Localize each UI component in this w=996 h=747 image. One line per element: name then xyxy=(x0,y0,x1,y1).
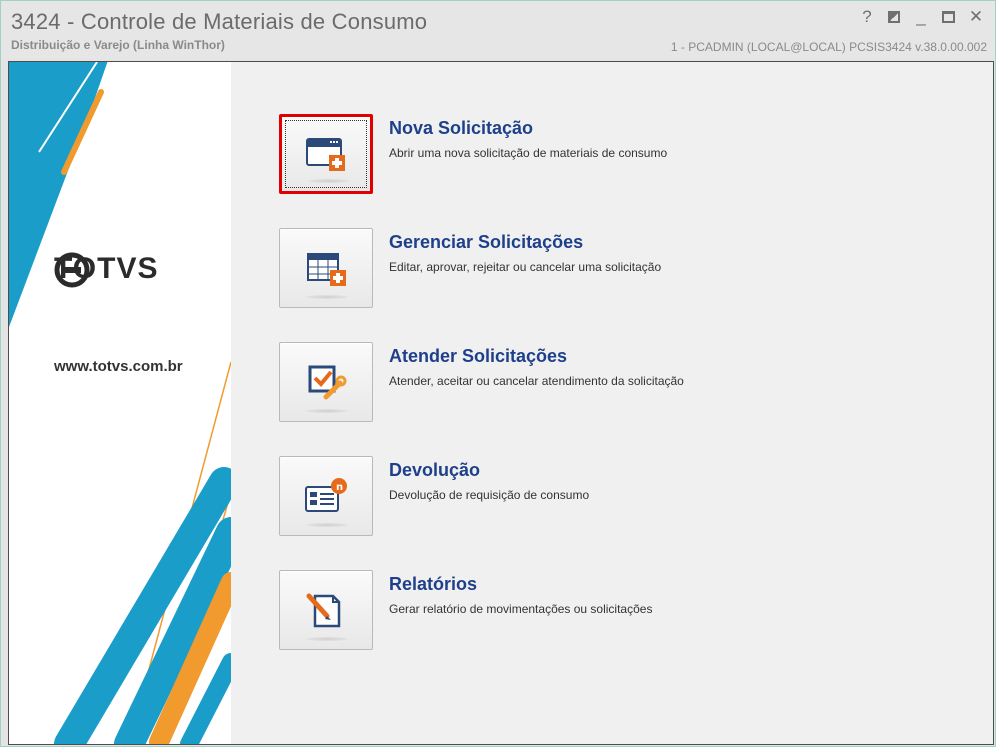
restore-button[interactable] xyxy=(888,11,900,23)
maximize-button[interactable] xyxy=(942,11,955,23)
close-button[interactable]: ✕ xyxy=(967,7,985,27)
menu-description: Editar, aprovar, rejeitar ou cancelar um… xyxy=(389,260,662,274)
totvs-logo-icon xyxy=(54,252,90,288)
menu-description: Atender, aceitar ou cancelar atendimento… xyxy=(389,374,684,388)
reports-button[interactable] xyxy=(279,570,373,650)
window-subtitle: Distribuição e Varejo (Linha WinThor) xyxy=(11,38,225,52)
manage-requests-icon xyxy=(307,253,346,286)
totvs-logo: TOTVS xyxy=(54,252,158,288)
reports-icon xyxy=(306,593,341,628)
menu-title[interactable]: Relatórios xyxy=(389,574,477,595)
brand-sidebar: TOTVS www.totvs.com.br xyxy=(9,62,231,744)
content-area: TOTVS www.totvs.com.br Nova Solicitação … xyxy=(8,61,994,745)
brand-decoration xyxy=(9,62,231,744)
return-button[interactable]: n xyxy=(279,456,373,536)
session-info: 1 - PCADMIN (LOCAL@LOCAL) PCSIS3424 v.38… xyxy=(670,40,987,54)
menu-title[interactable]: Gerenciar Solicitações xyxy=(389,232,583,253)
new-request-button[interactable] xyxy=(279,114,373,194)
menu-description: Abrir uma nova solicitação de materiais … xyxy=(389,146,668,160)
menu-title[interactable]: Atender Solicitações xyxy=(389,346,567,367)
menu-description: Gerar relatório de movimentações ou soli… xyxy=(389,602,653,616)
menu-item-fulfill-requests: Atender Solicitações Atender, aceitar ou… xyxy=(279,342,959,442)
menu-panel: Nova Solicitação Abrir uma nova solicita… xyxy=(231,62,993,744)
manage-requests-button[interactable] xyxy=(279,228,373,308)
minimize-button[interactable]: _ xyxy=(912,7,930,27)
menu-item-new-request: Nova Solicitação Abrir uma nova solicita… xyxy=(279,114,959,214)
menu-title[interactable]: Devolução xyxy=(389,460,480,481)
fulfill-requests-button[interactable] xyxy=(279,342,373,422)
new-request-icon xyxy=(306,138,345,171)
fulfill-requests-icon xyxy=(308,365,347,400)
menu-item-reports: Relatórios Gerar relatório de movimentaç… xyxy=(279,570,959,670)
brand-url[interactable]: www.totvs.com.br xyxy=(54,358,183,375)
window-title: 3424 - Controle de Materiais de Consumo xyxy=(11,9,428,34)
window-controls: ? _ ✕ xyxy=(858,7,985,27)
svg-text:n: n xyxy=(336,482,343,493)
menu-description: Devolução de requisição de consumo xyxy=(389,488,590,502)
help-button[interactable]: ? xyxy=(858,7,876,27)
menu-title[interactable]: Nova Solicitação xyxy=(389,118,533,139)
title-bar: 3424 - Controle de Materiais de Consumo … xyxy=(1,1,995,59)
menu-item-return: n Devolução Devolução de requisição de c… xyxy=(279,456,959,556)
menu-item-manage-requests: Gerenciar Solicitações Editar, aprovar, … xyxy=(279,228,959,328)
app-window: 3424 - Controle de Materiais de Consumo … xyxy=(0,0,996,747)
return-icon: n xyxy=(305,478,347,512)
